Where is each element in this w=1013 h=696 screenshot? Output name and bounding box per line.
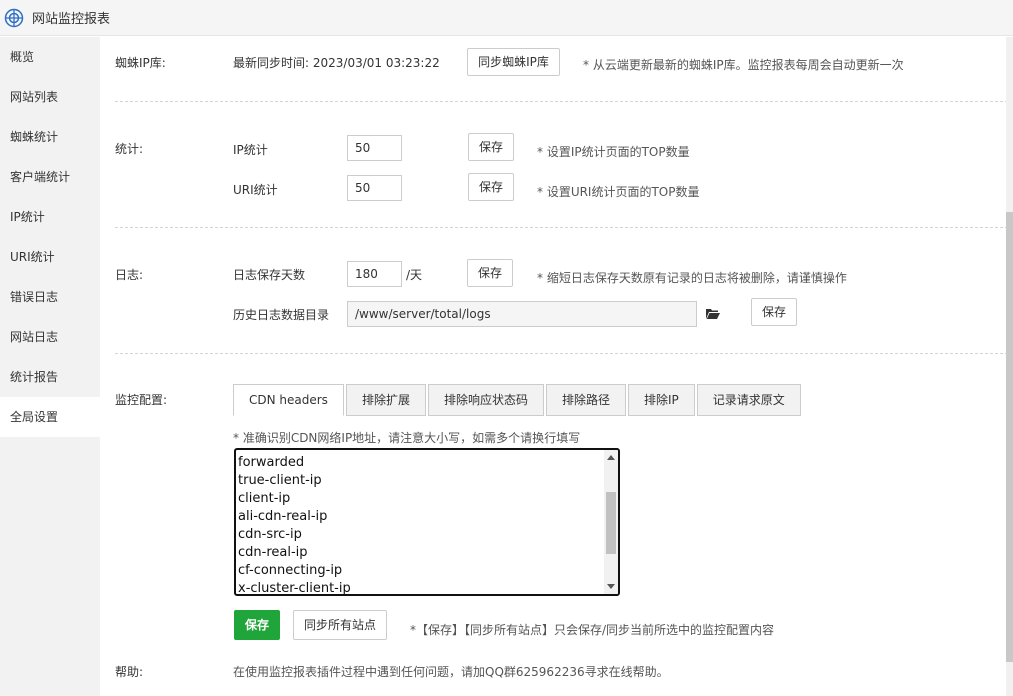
header-line: true-client-ip [238,473,322,488]
cdn-headers-hint: * 准确识别CDN网络IP地址，请注意大小写，如需多个请换行填写 [233,431,581,445]
scroll-up-icon[interactable] [607,455,615,460]
uri-stats-save-button[interactable]: 保存 [468,173,514,201]
page-scrollbar[interactable] [1006,37,1013,696]
spider-hint: * 从云端更新最新的蜘蛛IP库。监控报表每周会自动更新一次 [583,58,904,72]
log-dir-input[interactable]: /www/server/total/logs [347,301,697,327]
help-section-label: 帮助: [115,665,144,679]
log-days-label: 日志保存天数 [233,268,306,282]
header-line: forwarded [238,455,305,470]
monitor-logo-icon [4,8,24,27]
tab-cdn-headers[interactable]: CDN headers [233,384,344,416]
log-days-unit: /天 [406,268,423,282]
sidebar-item-spider-stats[interactable]: 蜘蛛统计 [0,117,100,157]
log-dir-save-button[interactable]: 保存 [751,298,797,326]
tab-exclude-paths[interactable]: 排除路径 [545,384,626,416]
sidebar-item-site-list[interactable]: 网站列表 [0,77,100,117]
stats-section-label: 统计: [115,142,144,156]
header-line: cdn-src-ip [238,527,302,542]
sidebar-item-client-stats[interactable]: 客户端统计 [0,157,100,197]
log-days-input[interactable]: 180 [347,261,402,287]
ip-top-input[interactable]: 50 [347,135,402,161]
header-line: client-ip [238,491,291,506]
app-title: 网站监控报表 [32,12,111,27]
sync-all-sites-button[interactable]: 同步所有站点 [293,610,387,640]
divider [115,101,1008,102]
page-scroll-thumb[interactable] [1006,212,1013,662]
tab-record-request-body[interactable]: 记录请求原文 [696,384,801,416]
title-bar: 网站监控报表 [0,0,1013,36]
ip-stats-label: IP统计 [233,143,268,157]
scroll-thumb[interactable] [606,492,616,554]
spider-section-label: 蜘蛛IP库: [115,56,166,70]
log-days-save-button[interactable]: 保存 [467,259,513,287]
sidebar-item-report[interactable]: 统计报告 [0,357,100,397]
uri-stats-hint: * 设置URI统计页面的TOP数量 [537,185,700,199]
ip-stats-save-button[interactable]: 保存 [468,133,514,161]
spider-sync-time: 最新同步时间: 2023/03/01 03:23:22 [233,56,440,70]
log-dir-label: 历史日志数据目录 [233,308,330,322]
monitor-save-button[interactable]: 保存 [234,610,280,640]
monitor-tabs: CDN headers 排除扩展 排除响应状态码 排除路径 排除IP 记录请求原… [233,384,803,416]
header-line: ali-cdn-real-ip [238,509,328,524]
tab-exclude-status-codes[interactable]: 排除响应状态码 [427,384,544,416]
header-line: cf-connecting-ip [238,563,343,578]
textarea-scrollbar[interactable] [604,450,618,594]
sidebar-item-site-log[interactable]: 网站日志 [0,317,100,357]
divider [115,227,1008,228]
sidebar-item-error-log[interactable]: 错误日志 [0,277,100,317]
monitor-section-label: 监控配置: [115,393,168,407]
help-text: 在使用监控报表插件过程中遇到任何问题，请加QQ群625962236寻求在线帮助。 [233,665,669,679]
sync-spider-ip-button[interactable]: 同步蜘蛛IP库 [467,48,560,76]
tab-exclude-extensions[interactable]: 排除扩展 [345,384,426,416]
scroll-down-icon[interactable] [607,584,615,589]
uri-stats-label: URI统计 [233,183,278,197]
sidebar-item-overview[interactable]: 概览 [0,37,100,77]
header-line: cdn-real-ip [238,545,308,560]
log-days-hint: * 缩短日志保存天数原有记录的日志将被删除，请谨慎操作 [537,271,847,285]
sidebar-item-global-settings[interactable]: 全局设置 [0,397,100,437]
divider [115,353,1008,354]
monitor-footer-hint: *【保存】【同步所有站点】只会保存/同步当前所选中的监控配置内容 [410,623,775,637]
sidebar-item-uri-stats[interactable]: URI统计 [0,237,100,277]
header-line: x-cluster-client-ip [238,581,351,596]
ip-stats-hint: * 设置IP统计页面的TOP数量 [537,145,690,159]
sidebar: 概览 网站列表 蜘蛛统计 客户端统计 IP统计 URI统计 错误日志 网站日志 … [0,37,100,696]
folder-open-icon[interactable] [706,308,720,319]
sidebar-item-ip-stats[interactable]: IP统计 [0,197,100,237]
uri-top-input[interactable]: 50 [347,175,402,201]
log-section-label: 日志: [115,268,144,282]
settings-panel: 蜘蛛IP库: 最新同步时间: 2023/03/01 03:23:22 同步蜘蛛I… [100,37,1013,696]
cdn-headers-textarea[interactable]: forwarded true-client-ip client-ip ali-c… [234,448,620,596]
tab-exclude-ip[interactable]: 排除IP [627,384,695,416]
